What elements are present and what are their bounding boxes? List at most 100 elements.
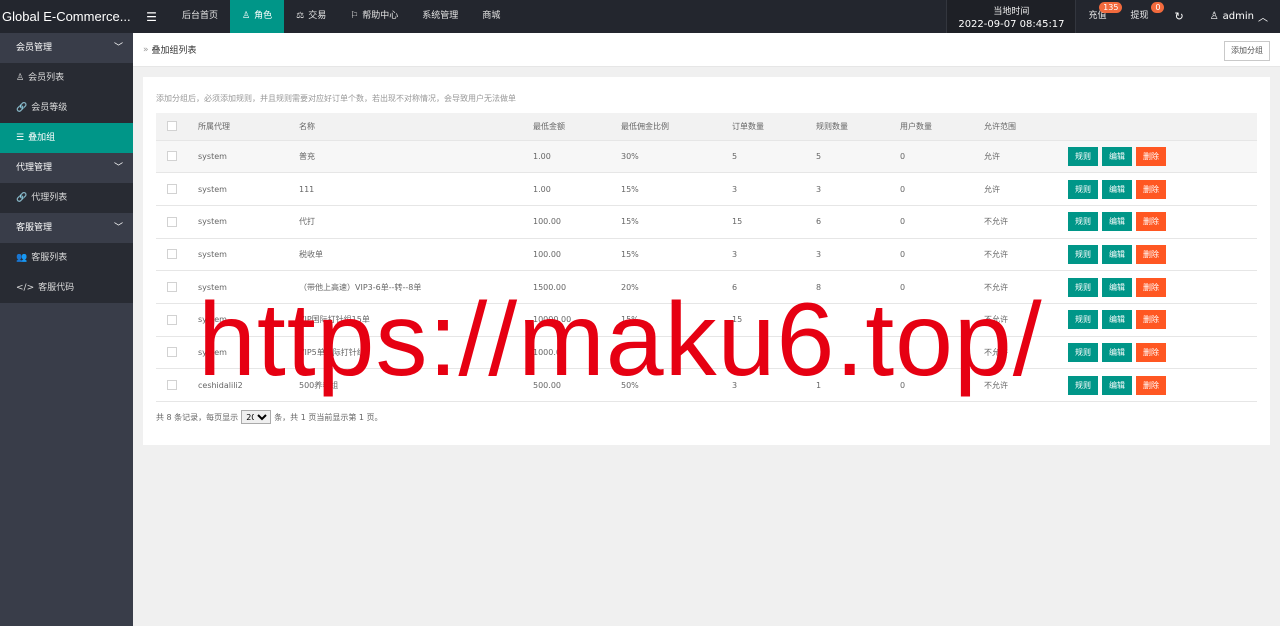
rules-button[interactable]: 规则 xyxy=(1068,244,1098,264)
delete-button[interactable]: 删除 xyxy=(1136,244,1166,264)
delete-button[interactable]: 删除 xyxy=(1136,342,1166,362)
rules-button[interactable]: 规则 xyxy=(1068,310,1098,330)
rules-button[interactable]: 规则 xyxy=(1068,146,1098,166)
edit-button[interactable]: 编辑 xyxy=(1102,244,1132,264)
sidebar-item-support-list[interactable]: 👥 客服列表 xyxy=(0,243,133,273)
cell-name: 普充 xyxy=(299,140,533,174)
rules-button[interactable]: 规则 xyxy=(1068,375,1098,395)
rules-button[interactable]: 规则 xyxy=(1068,342,1098,362)
cell-name: （带他上高速）VIP3-6单--转--8单 xyxy=(299,270,533,304)
add-group-button[interactable]: 添加分组 xyxy=(1224,41,1270,61)
sidebar-item-member-level[interactable]: 🔗 会员等级 xyxy=(0,93,133,123)
actions-cell: 规则 编辑 删除 xyxy=(1068,205,1257,239)
cell-order-count: 15 xyxy=(732,205,816,239)
user-icon: ♙ xyxy=(16,73,25,83)
table-row: system （带他上高速）VIP3-6单--转--8单 1500.00 20% 6 8 0… xyxy=(156,270,1257,304)
top-header: Global E-Commerce... ☰ 后台首页 ♙ 角色 ⚖ 交易 ⚐ 帮助中… xyxy=(0,0,1280,33)
top-nav: 后台首页 ♙ 角色 ⚖ 交易 ⚐ 帮助中心 系统管理 商城 xyxy=(170,0,512,33)
row-checkbox[interactable] xyxy=(167,249,177,260)
cell-min-commission: 15% xyxy=(621,303,732,337)
cell-name: 111 xyxy=(299,172,533,206)
delete-button[interactable]: 删除 xyxy=(1136,146,1166,166)
sidebar-group-agents[interactable]: 代理管理 ﹀ xyxy=(0,153,133,183)
local-time-value: 2022-09-07 08:45:17 xyxy=(958,18,1065,30)
menu-toggle-icon[interactable]: ☰ xyxy=(133,10,170,24)
nav-item-help[interactable]: ⚐ 帮助中心 xyxy=(338,0,410,33)
cell-user-count: 0 xyxy=(900,238,984,272)
nav-item-home[interactable]: 后台首页 xyxy=(170,0,230,33)
row-checkbox-cell xyxy=(156,303,198,337)
page-size-select[interactable]: 20 xyxy=(241,410,272,424)
row-checkbox[interactable] xyxy=(167,282,177,293)
sidebar-item-support-code[interactable]: </> 客服代码 xyxy=(0,273,133,303)
cell-order-count: 6 xyxy=(732,270,816,304)
brand-logo[interactable]: Global E-Commerce... xyxy=(0,0,133,33)
sidebar-item-agent-list[interactable]: 🔗 代理列表 xyxy=(0,183,133,213)
withdraw-button[interactable]: 提现 0 xyxy=(1118,0,1165,33)
link-icon: 🔗 xyxy=(16,193,28,203)
row-checkbox[interactable] xyxy=(167,314,177,325)
cell-min-amount: 100.00 xyxy=(533,238,621,272)
row-checkbox[interactable] xyxy=(167,151,177,162)
sidebar-item-stack-group[interactable]: ☰ 叠加组 xyxy=(0,123,133,153)
group-panel: 添加分组后，必须添加规则，并且规则需要对应好订单个数，若出现不对称情况，会导致用… xyxy=(143,77,1270,445)
nav-item-system[interactable]: 系统管理 xyxy=(410,0,470,33)
nav-item-role[interactable]: ♙ 角色 xyxy=(230,0,285,33)
edit-button[interactable]: 编辑 xyxy=(1102,146,1132,166)
edit-button[interactable]: 编辑 xyxy=(1102,375,1132,395)
nav-label: 帮助中心 xyxy=(362,11,399,21)
cell-name: 税收单 xyxy=(299,238,533,272)
row-checkbox[interactable] xyxy=(167,347,177,358)
row-checkbox[interactable] xyxy=(167,380,177,391)
nav-label: 商城 xyxy=(482,11,501,21)
flag-icon: ⚐ xyxy=(350,11,359,21)
delete-button[interactable]: 删除 xyxy=(1136,277,1166,297)
delete-button[interactable]: 删除 xyxy=(1136,310,1166,330)
rules-button[interactable]: 规则 xyxy=(1068,277,1098,297)
sidebar-group-members[interactable]: 会员管理 ﹀ xyxy=(0,33,133,63)
sidebar-group-support[interactable]: 客服管理 ﹀ xyxy=(0,213,133,243)
delete-button[interactable]: 删除 xyxy=(1136,212,1166,232)
cell-rule-count: 8 xyxy=(816,270,900,304)
nav-label: 角色 xyxy=(254,11,273,21)
edit-button[interactable]: 编辑 xyxy=(1102,342,1132,362)
row-checkbox-cell xyxy=(156,270,198,304)
nav-item-mall[interactable]: 商城 xyxy=(470,0,512,33)
nav-item-trade[interactable]: ⚖ 交易 xyxy=(284,0,338,33)
admin-menu[interactable]: ♙ admin ︿ xyxy=(1198,9,1280,24)
edit-button[interactable]: 编辑 xyxy=(1102,310,1132,330)
delete-button[interactable]: 删除 xyxy=(1136,375,1166,395)
cell-agent: system xyxy=(198,238,299,272)
rules-button[interactable]: 规则 xyxy=(1068,212,1098,232)
cell-agent: system xyxy=(198,336,299,370)
sidebar-group-label: 客服管理 xyxy=(16,223,53,233)
sidebar-item-member-list[interactable]: ♙ 会员列表 xyxy=(0,63,133,93)
edit-button[interactable]: 编辑 xyxy=(1102,212,1132,232)
refresh-icon[interactable]: ↻ xyxy=(1160,10,1197,23)
delete-button[interactable]: 删除 xyxy=(1136,179,1166,199)
row-checkbox[interactable] xyxy=(167,184,177,195)
cell-allow-range: 不允许 xyxy=(984,303,1068,337)
rules-button[interactable]: 规则 xyxy=(1068,179,1098,199)
cell-allow-range: 不允许 xyxy=(984,205,1068,239)
cell-name: 500养春组 xyxy=(299,368,533,402)
local-time: 当地时间 2022-09-07 08:45:17 xyxy=(946,0,1077,33)
col-name: 名称 xyxy=(299,113,533,141)
recharge-button[interactable]: 充值 135 xyxy=(1076,0,1123,33)
actions-cell: 规则 编辑 删除 xyxy=(1068,270,1257,304)
row-checkbox[interactable] xyxy=(167,216,177,227)
link-icon: 🔗 xyxy=(16,103,28,113)
cell-user-count: 0 xyxy=(900,270,984,304)
cell-rule-count xyxy=(816,336,900,370)
row-checkbox-cell xyxy=(156,336,198,370)
cell-user-count xyxy=(900,303,984,337)
nav-label: 后台首页 xyxy=(182,11,219,21)
select-all-checkbox[interactable] xyxy=(167,121,177,132)
edit-button[interactable]: 编辑 xyxy=(1102,179,1132,199)
sidebar-group-label: 代理管理 xyxy=(16,163,53,173)
cell-min-commission: 15% xyxy=(621,172,732,206)
row-checkbox-cell xyxy=(156,140,198,174)
cell-user-count: 0 xyxy=(900,140,984,174)
cell-min-amount: 500.00 xyxy=(533,368,621,402)
edit-button[interactable]: 编辑 xyxy=(1102,277,1132,297)
